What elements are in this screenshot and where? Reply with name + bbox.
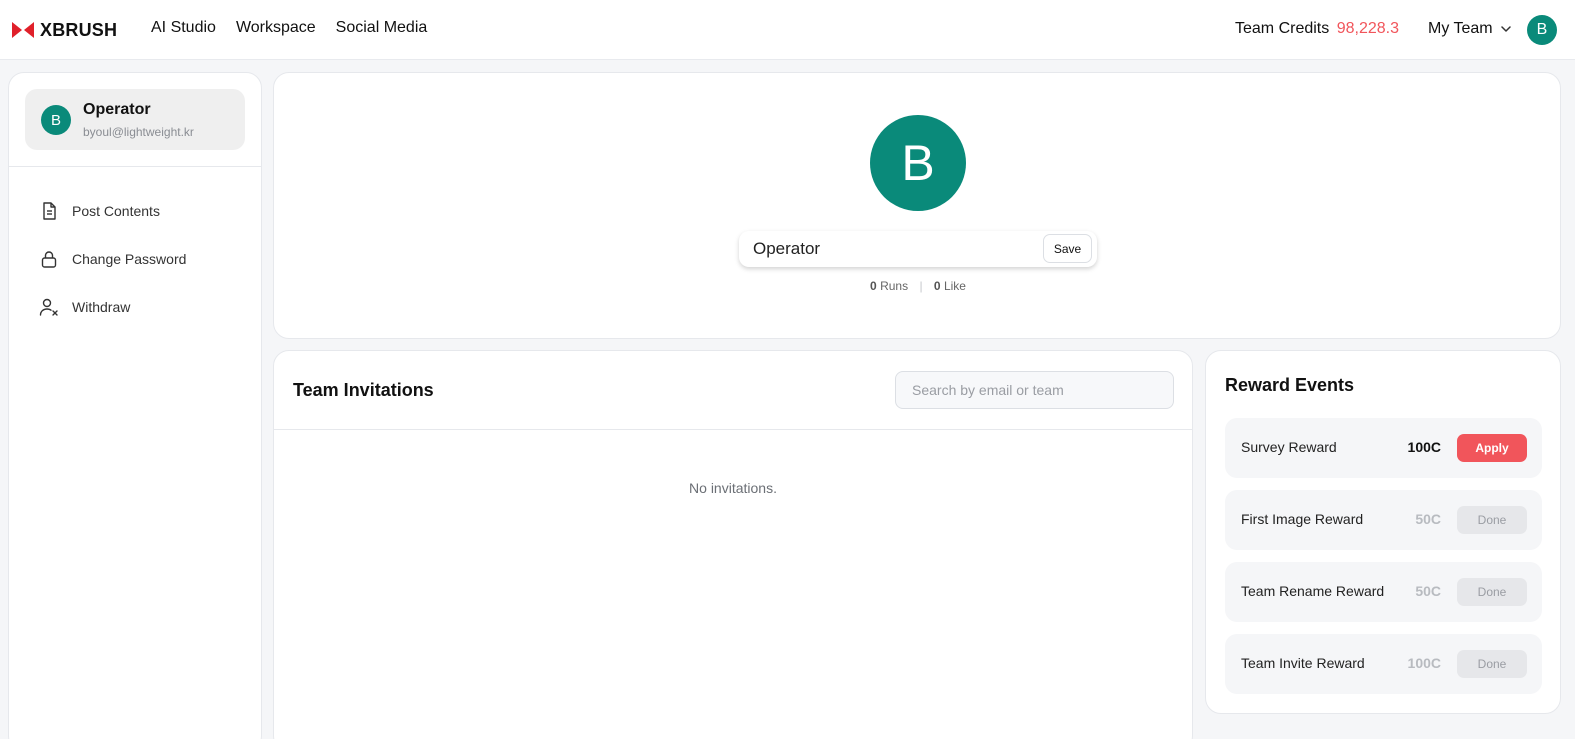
done-button[interactable]: Done <box>1457 506 1527 534</box>
user-remove-icon <box>39 298 58 316</box>
reward-events-panel: Reward Events Survey Reward 100C Apply F… <box>1205 350 1561 714</box>
nav-ai-studio[interactable]: AI Studio <box>151 19 216 37</box>
top-bar: XBRUSH AI Studio Workspace Social Media … <box>0 0 1575 60</box>
like-count: 0 <box>933 279 941 293</box>
empty-invitations-message: No invitations. <box>689 480 777 496</box>
reward-row-survey: Survey Reward 100C Apply <box>1225 418 1542 478</box>
team-selector[interactable]: My Team <box>1428 20 1511 38</box>
invitation-search-input[interactable] <box>895 371 1174 409</box>
team-credits-value: 98,228.3 <box>1336 20 1399 37</box>
save-button[interactable]: Save <box>1043 234 1092 263</box>
profile-name-input[interactable] <box>753 237 1033 261</box>
team-invitations-title: Team Invitations <box>293 380 434 400</box>
team-selector-label: My Team <box>1428 20 1493 37</box>
reward-name: Team Rename Reward <box>1241 583 1385 599</box>
reward-name: Team Invite Reward <box>1241 655 1365 671</box>
reward-amount: 100C <box>1407 439 1441 455</box>
profile-panel: B Save 0 Runs | 0 Like <box>273 72 1561 339</box>
sidebar-item-label: Change Password <box>72 251 187 267</box>
profile-name-box: Save <box>739 231 1097 267</box>
reward-amount: 100C <box>1407 655 1441 671</box>
runs-label: Runs <box>880 279 909 293</box>
reward-amount: 50C <box>1415 583 1441 599</box>
sidebar-item-change-password[interactable]: Change Password <box>39 247 186 271</box>
sidebar-item-label: Withdraw <box>72 299 131 315</box>
nav-social-media[interactable]: Social Media <box>336 19 428 37</box>
sidebar-avatar: B <box>41 105 71 135</box>
sidebar-item-post-contents[interactable]: Post Contents <box>39 199 160 223</box>
profile-stats: 0 Runs | 0 Like <box>274 279 1562 293</box>
sidebar-item-label: Post Contents <box>72 203 160 219</box>
team-invitations-panel: Team Invitations No invitations. <box>273 350 1193 739</box>
team-credits: Team Credits 98,228.3 <box>1235 20 1399 38</box>
like-label: Like <box>943 279 966 293</box>
main-nav: AI Studio Workspace Social Media <box>151 19 427 37</box>
team-credits-label: Team Credits <box>1235 20 1330 37</box>
lock-icon <box>41 251 57 268</box>
runs-count: 0 <box>870 279 877 293</box>
sidebar-item-withdraw[interactable]: Withdraw <box>39 295 130 319</box>
reward-name: Survey Reward <box>1241 439 1337 455</box>
reward-events-title: Reward Events <box>1225 375 1355 395</box>
reward-row-first-image: First Image Reward 50C Done <box>1225 490 1542 550</box>
invitations-divider <box>274 429 1192 430</box>
profile-avatar[interactable]: B <box>870 115 966 211</box>
stats-separator: | <box>919 279 923 293</box>
brand-logo[interactable]: XBRUSH <box>12 18 117 42</box>
nav-workspace[interactable]: Workspace <box>236 19 316 37</box>
sidebar-profile-name: Operator <box>83 101 151 118</box>
reward-amount: 50C <box>1415 511 1441 527</box>
reward-row-team-invite: Team Invite Reward 100C Done <box>1225 634 1542 694</box>
done-button[interactable]: Done <box>1457 578 1527 606</box>
user-avatar[interactable]: B <box>1527 15 1557 45</box>
reward-name: First Image Reward <box>1241 511 1364 527</box>
xbrush-logo-icon <box>12 22 34 38</box>
done-button[interactable]: Done <box>1457 650 1527 678</box>
brand-name: XBRUSH <box>40 19 118 40</box>
sidebar-profile-email: byoul@lightweight.kr <box>83 125 194 139</box>
account-sidebar: B Operator byoul@lightweight.kr Post Con… <box>8 72 262 739</box>
chevron-down-icon <box>1500 26 1511 32</box>
apply-button[interactable]: Apply <box>1457 434 1527 462</box>
document-icon <box>43 202 56 220</box>
sidebar-divider <box>9 166 261 167</box>
sidebar-profile-card[interactable]: B Operator byoul@lightweight.kr <box>25 89 245 150</box>
reward-row-team-rename: Team Rename Reward 50C Done <box>1225 562 1542 622</box>
